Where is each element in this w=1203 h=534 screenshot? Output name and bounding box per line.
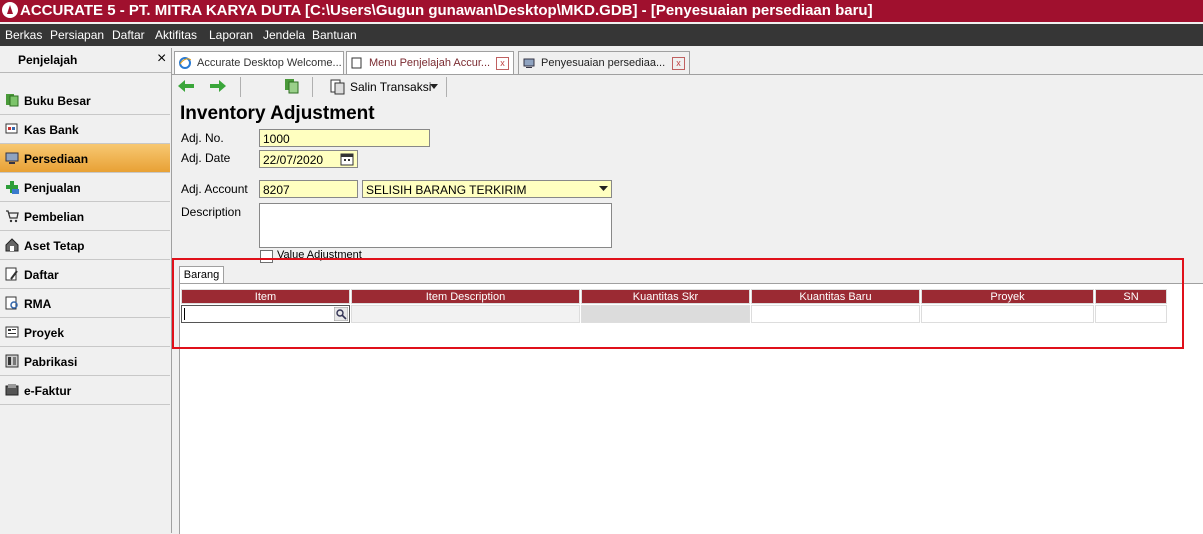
document-icon [351, 57, 362, 69]
efaktur-icon [5, 384, 19, 396]
sidebar-item-kas-bank[interactable]: Kas Bank [0, 115, 170, 144]
sidebar-item-label: Persediaan [24, 152, 89, 166]
close-icon[interactable]: x [672, 57, 685, 70]
menu-berkas[interactable]: Berkas [5, 24, 42, 46]
sidebar-item-aset-tetap[interactable]: Aset Tetap [0, 231, 170, 260]
cart-icon [6, 210, 19, 223]
sidebar-item-label: Pembelian [24, 210, 85, 224]
rma-icon [5, 296, 18, 310]
highlight-annotation-box [172, 258, 1184, 349]
sidebar-item-e-faktur[interactable]: e-Faktur [0, 376, 170, 405]
menu-aktifitas[interactable]: Aktifitas [155, 24, 197, 46]
sidebar-item-label: Pabrikasi [24, 355, 78, 369]
adj-account-label: Adj. Account [181, 182, 248, 196]
menu-daftar[interactable]: Daftar [112, 24, 145, 46]
tab-accurate-desktop-welcome[interactable]: Accurate Desktop Welcome... [174, 51, 344, 74]
sidebar-item-label: Buku Besar [24, 94, 91, 108]
adj-date-field[interactable]: 22/07/2020 [259, 150, 358, 168]
ie-icon [179, 57, 191, 69]
toolbar-separator [240, 77, 241, 97]
copy-icon[interactable] [284, 78, 300, 94]
sidebar-item-pembelian[interactable]: Pembelian [0, 202, 170, 231]
sidebar-item-rma[interactable]: RMA [0, 289, 170, 318]
description-field[interactable] [259, 203, 612, 248]
list-icon [5, 267, 18, 281]
description-label: Description [181, 205, 242, 219]
sidebar-item-label: Kas Bank [24, 123, 79, 137]
tab-menu-penjelajah[interactable]: Menu Penjelajah Accur... x [346, 51, 514, 74]
tab-label: Accurate Desktop Welcome... [197, 57, 342, 69]
title-bar: ACCURATE 5 - PT. MITRA KARYA DUTA [C:\Us… [0, 0, 1203, 22]
menu-jendela[interactable]: Jendela [263, 24, 305, 46]
adj-account-name-value: SELISIH BARANG TERKIRIM [366, 183, 527, 197]
sidebar-item-label: e-Faktur [24, 384, 72, 398]
close-icon[interactable]: × [157, 50, 166, 68]
chevron-down-icon [430, 84, 438, 89]
sidebar-item-label: Daftar [24, 268, 59, 282]
sidebar-item-pabrikasi[interactable]: Pabrikasi [0, 347, 170, 376]
sidebar-item-label: RMA [24, 297, 52, 311]
sidebar-item-label: Penjualan [24, 181, 81, 195]
close-icon[interactable]: x [496, 57, 509, 70]
sidebar-header: Penjelajah × [0, 48, 171, 73]
sidebar-title: Penjelajah [18, 53, 78, 67]
salin-transaksi-label: Salin Transaksi [350, 80, 432, 94]
tab-label: Penyesuaian persediaa... [541, 57, 666, 69]
sidebar-item-proyek[interactable]: Proyek [0, 318, 170, 347]
duplicate-document-icon [330, 79, 345, 95]
tab-penyesuaian-persediaan[interactable]: Penyesuaian persediaa... x [518, 51, 690, 74]
accurate-logo-icon [2, 2, 18, 18]
sidebar-item-penjualan[interactable]: Penjualan [0, 173, 170, 202]
factory-icon [5, 354, 19, 368]
sidebar-item-persediaan[interactable]: Persediaan [0, 144, 170, 173]
salin-transaksi-button[interactable]: Salin Transaksi [330, 77, 442, 97]
sales-icon [6, 181, 19, 194]
menu-persiapan[interactable]: Persiapan [50, 24, 104, 46]
chevron-down-icon[interactable] [599, 186, 608, 192]
inventory-icon [5, 152, 19, 164]
adj-date-value: 22/07/2020 [263, 153, 324, 167]
ledger-icon [6, 94, 19, 107]
tab-label: Menu Penjelajah Accur... [369, 57, 491, 69]
toolbar: Salin Transaksi [172, 75, 1203, 99]
toolbar-separator [312, 77, 313, 97]
inventory-icon [523, 58, 535, 68]
window-title: ACCURATE 5 - PT. MITRA KARYA DUTA [C:\Us… [20, 2, 873, 19]
sidebar-explorer: Penjelajah × Buku Besar Kas Bank Persedi… [0, 48, 172, 533]
sidebar-item-buku-besar[interactable]: Buku Besar [0, 86, 170, 115]
back-arrow-icon[interactable] [177, 78, 195, 94]
forward-arrow-icon[interactable] [209, 78, 227, 94]
adj-account-code-field[interactable]: 8207 [259, 180, 358, 198]
page-title: Inventory Adjustment [180, 103, 375, 124]
bank-icon [5, 123, 18, 134]
project-icon [5, 326, 19, 338]
sidebar-item-label: Proyek [24, 326, 65, 340]
calendar-icon[interactable] [340, 152, 354, 166]
adj-date-label: Adj. Date [181, 151, 231, 165]
sidebar-item-daftar[interactable]: Daftar [0, 260, 170, 289]
adj-no-field[interactable]: 1000 [259, 129, 430, 147]
adj-account-name-select[interactable]: SELISIH BARANG TERKIRIM [362, 180, 612, 198]
menu-bantuan[interactable]: Bantuan [312, 24, 357, 46]
menu-bar: Berkas Persiapan Daftar Aktifitas Lapora… [0, 24, 1203, 46]
document-tabs: Accurate Desktop Welcome... Menu Penjela… [172, 48, 1203, 75]
building-icon [5, 238, 19, 252]
adj-no-label: Adj. No. [181, 131, 224, 145]
menu-laporan[interactable]: Laporan [209, 24, 253, 46]
toolbar-separator [446, 77, 447, 97]
sidebar-item-label: Aset Tetap [24, 239, 85, 253]
